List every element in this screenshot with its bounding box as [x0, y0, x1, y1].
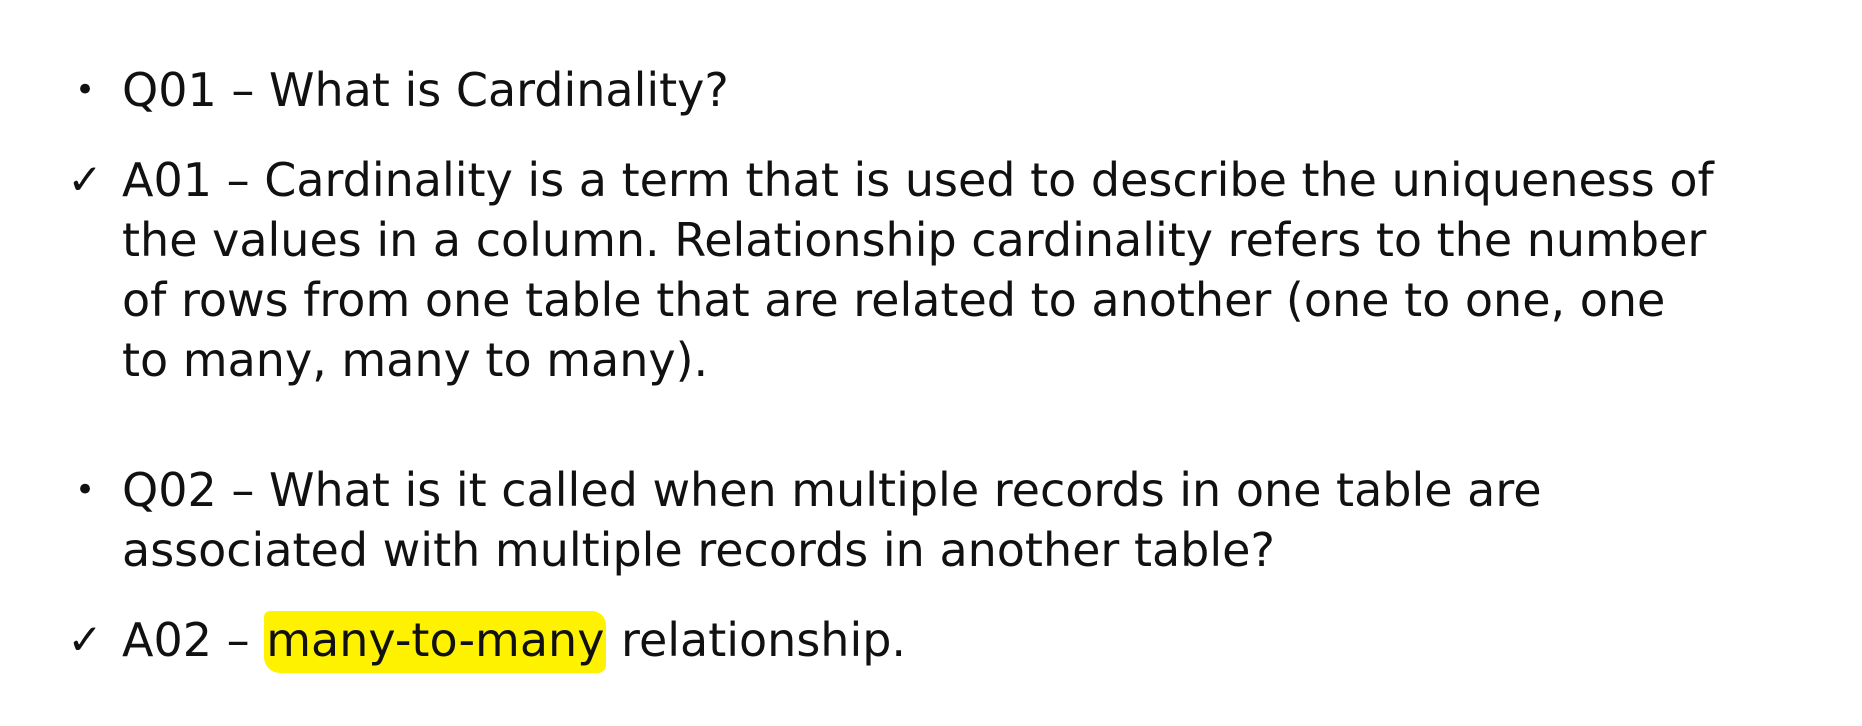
- bullet-icon: •: [74, 470, 96, 510]
- checkmark-icon: ✓: [67, 155, 103, 204]
- question-01-line: Q01 – What is Cardinality?: [122, 63, 729, 117]
- answer-01-line: the values in a column. Relationship car…: [122, 213, 1707, 267]
- answer-02-text: A02 – many-to-many relationship.: [122, 610, 1850, 673]
- checkmark-icon: ✓: [67, 615, 103, 664]
- bullet-icon: •: [74, 70, 96, 110]
- answer-01-text: A01 – Cardinality is a term that is used…: [122, 150, 1850, 390]
- answer-01-line: of rows from one table that are related …: [122, 273, 1666, 327]
- highlighted-term: many-to-many: [264, 611, 607, 673]
- slide: • Q01 – What is Cardinality? ✓ A01 – Car…: [0, 0, 1862, 726]
- question-01-text: Q01 – What is Cardinality?: [122, 60, 1850, 120]
- answer-02-suffix: relationship.: [606, 613, 907, 667]
- answer-01-line: A01 – Cardinality is a term that is used…: [122, 153, 1714, 207]
- answer-02-line: A02 – many-to-many relationship.: [122, 610, 1850, 673]
- question-02-text: Q02 – What is it called when multiple re…: [122, 460, 1850, 580]
- question-02-line: associated with multiple records in anot…: [122, 523, 1275, 577]
- answer-01-line: to many, many to many).: [122, 333, 709, 387]
- answer-02-prefix: A02 –: [122, 613, 265, 667]
- question-02-line: Q02 – What is it called when multiple re…: [122, 463, 1542, 517]
